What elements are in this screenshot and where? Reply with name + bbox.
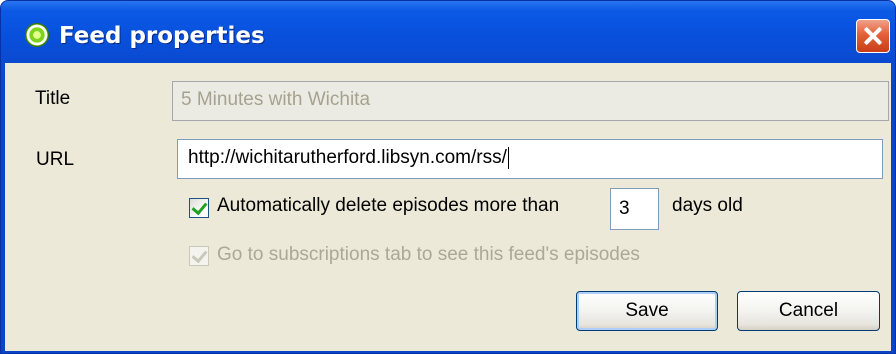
- url-field[interactable]: http://wichitarutherford.libsyn.com/rss/: [177, 139, 883, 179]
- close-icon[interactable]: [856, 19, 890, 53]
- auto-delete-checkbox[interactable]: [189, 198, 209, 218]
- url-field-value: http://wichitarutherford.libsyn.com/rss/: [188, 147, 507, 168]
- save-button[interactable]: Save: [576, 291, 718, 331]
- url-label: URL: [36, 149, 75, 170]
- days-input[interactable]: 3: [610, 188, 659, 230]
- goto-subscriptions-label: Go to subscriptions tab to see this feed…: [217, 244, 640, 265]
- goto-subscriptions-checkbox: [189, 246, 209, 266]
- title-field: 5 Minutes with Wichita: [172, 81, 889, 121]
- days-old-label: days old: [672, 195, 743, 216]
- cancel-button[interactable]: Cancel: [737, 291, 880, 331]
- app-globe-icon: [25, 23, 49, 47]
- text-caret: [507, 146, 509, 169]
- dialog-title: Feed properties: [59, 23, 265, 49]
- dialog-body: Title 5 Minutes with Wichita URL http://…: [5, 63, 891, 351]
- feed-properties-dialog: Feed properties Title 5 Minutes with Wic…: [0, 0, 896, 354]
- title-label: Title: [35, 88, 71, 109]
- checkmark-icon: [191, 198, 208, 216]
- auto-delete-label[interactable]: Automatically delete episodes more than: [217, 195, 559, 217]
- checkmark-icon: [191, 246, 208, 264]
